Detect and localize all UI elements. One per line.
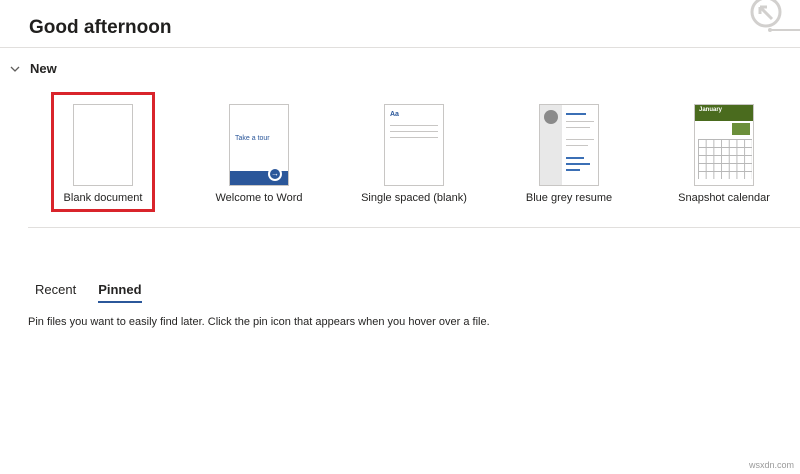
new-section-toggle[interactable]: New <box>8 61 57 76</box>
arrow-right-icon: → <box>268 167 282 181</box>
new-section-label: New <box>30 61 57 76</box>
pinned-hint: Pin files you want to easily find later.… <box>28 316 490 328</box>
template-label: Welcome to Word <box>215 192 303 204</box>
thumbnail-text: Take a tour <box>235 135 270 142</box>
thumbnail-line <box>566 145 588 146</box>
thumbnail-line <box>390 137 438 138</box>
template-welcome-to-word[interactable]: Take a tour → Welcome to Word <box>189 92 329 212</box>
thumbnail-line <box>566 121 594 122</box>
header-divider <box>0 47 800 48</box>
page-greeting: Good afternoon <box>29 17 172 38</box>
section-divider <box>28 227 800 228</box>
thumbnail-line <box>566 139 594 140</box>
template-label: Blank document <box>63 192 143 204</box>
template-thumbnail <box>539 104 599 186</box>
tab-recent[interactable]: Recent <box>35 282 76 303</box>
decorative-arrow-icon <box>750 0 800 32</box>
thumbnail-line <box>566 157 584 159</box>
template-label: Snapshot calendar <box>678 192 770 204</box>
template-blue-grey-resume[interactable]: Blue grey resume <box>499 92 639 212</box>
watermark: wsxdn.com <box>748 460 794 470</box>
template-thumbnail: Aa <box>384 104 444 186</box>
calendar-image <box>732 123 750 135</box>
thumbnail-line <box>566 113 586 115</box>
template-snapshot-calendar[interactable]: January Snapshot calendar <box>654 92 794 212</box>
template-blank-document[interactable]: Blank document <box>51 92 155 212</box>
template-thumbnail <box>73 104 133 186</box>
tab-pinned[interactable]: Pinned <box>98 282 142 303</box>
thumbnail-line <box>566 163 590 165</box>
template-label: Blue grey resume <box>525 192 613 204</box>
thumbnail-line <box>566 127 590 128</box>
thumbnail-line <box>566 169 580 171</box>
resume-photo <box>544 110 558 124</box>
thumbnail-line <box>390 125 438 126</box>
calendar-header: January <box>695 105 753 121</box>
thumbnail-line <box>390 131 438 132</box>
chevron-down-icon <box>10 66 20 72</box>
template-thumbnail: January <box>694 104 754 186</box>
template-single-spaced[interactable]: Aa Single spaced (blank) <box>344 92 484 212</box>
calendar-month: January <box>699 107 723 113</box>
thumbnail-text: Aa <box>390 111 399 118</box>
file-tabs: Recent Pinned <box>35 282 142 303</box>
template-label: Single spaced (blank) <box>361 192 467 204</box>
template-thumbnail: Take a tour → <box>229 104 289 186</box>
calendar-grid <box>698 139 752 179</box>
